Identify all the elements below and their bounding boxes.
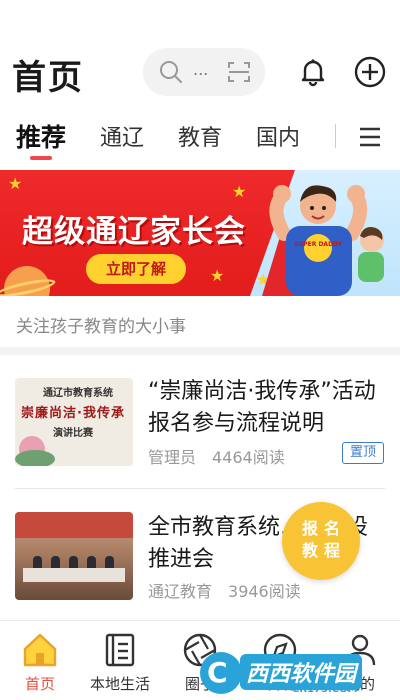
- tab-domestic[interactable]: 国内: [256, 120, 300, 152]
- promo-banner[interactable]: ★ ★ ★ ★ 超级通辽家长会 立即了解 SUPER DADDY: [0, 170, 400, 296]
- superhero-illustration: SUPER DADDY: [262, 185, 384, 296]
- scan-icon[interactable]: [227, 60, 251, 84]
- search-icon: [160, 61, 182, 83]
- tab-education[interactable]: 教育: [178, 120, 222, 152]
- nav-local-life[interactable]: 本地生活: [80, 621, 160, 700]
- stage-backdrop: [15, 512, 133, 538]
- article-views: 3946阅读: [228, 582, 301, 601]
- person-figure: [33, 556, 42, 568]
- article-thumbnail: [15, 512, 133, 600]
- nav-label: 本地生活: [89, 675, 150, 693]
- article-thumbnail: 通辽市教育系统 崇廉尚洁·我传承 演讲比赛: [15, 378, 133, 466]
- tab-recommend[interactable]: 推荐: [16, 118, 66, 154]
- search-placeholder: ...: [193, 60, 209, 79]
- watermark-logo: C: [200, 652, 242, 694]
- site-watermark: C 西西软件园 CR173.COM: [200, 648, 400, 700]
- app-header: 首页 ...: [0, 0, 400, 110]
- menu-icon[interactable]: [358, 126, 382, 148]
- article-meta: 通辽教育 3946阅读: [148, 578, 301, 602]
- banner-cta-button[interactable]: 立即了解: [86, 254, 186, 284]
- article-item[interactable]: 通辽市教育系统 崇廉尚洁·我传承 演讲比赛 “崇廉尚洁·我传承”活动报名参与流程…: [0, 370, 400, 480]
- tab-divider: [335, 124, 336, 148]
- star-icon: ★: [210, 266, 225, 285]
- thumbnail-caption: 通辽市教育系统: [43, 388, 113, 399]
- signup-tutorial-button[interactable]: 报名 教程: [282, 502, 360, 580]
- meeting-desk: [23, 568, 125, 582]
- category-tabs: 推荐 通辽 教育 国内: [0, 112, 400, 162]
- search-input[interactable]: ...: [143, 48, 265, 96]
- article-meta: 管理员 4464阅读: [148, 444, 285, 468]
- star-icon: ★: [8, 174, 23, 193]
- leaf-icon: [15, 450, 55, 466]
- nav-label: 首页: [24, 675, 55, 693]
- fab-label: 教程: [301, 541, 346, 560]
- person-figure: [105, 556, 114, 568]
- tab-tongliao[interactable]: 通辽: [100, 120, 144, 152]
- bell-icon[interactable]: [297, 56, 329, 88]
- pinned-badge: 置顶: [342, 442, 384, 464]
- banner-title: 超级通辽家长会: [22, 214, 246, 250]
- tab-active-indicator: [30, 156, 52, 160]
- plus-icon[interactable]: [354, 56, 386, 88]
- section-divider: [0, 347, 400, 355]
- article-views: 4464阅读: [212, 448, 285, 467]
- person-figure: [87, 556, 96, 568]
- article-author: 管理员: [148, 448, 197, 467]
- page-title: 首页: [12, 58, 84, 98]
- fab-label: 报名: [301, 519, 346, 538]
- watermark-domain: CR173.COM: [292, 684, 358, 695]
- section-subtitle: 关注孩子教育的大小事: [16, 317, 186, 337]
- thumbnail-caption: 崇廉尚洁·我传承: [21, 406, 125, 421]
- person-figure: [69, 556, 78, 568]
- nav-home[interactable]: 首页: [0, 621, 80, 700]
- superhero-badge-text: SUPER DADDY: [294, 241, 343, 248]
- thumbnail-caption: 演讲比赛: [53, 428, 93, 439]
- person-figure: [51, 556, 60, 568]
- list-icon: [105, 633, 135, 667]
- home-icon: [23, 633, 57, 667]
- list-separator: [15, 488, 385, 489]
- article-title[interactable]: “崇廉尚洁·我传承”活动报名参与流程说明: [148, 376, 384, 440]
- star-icon: ★: [232, 182, 247, 201]
- article-author: 通辽教育: [148, 582, 213, 601]
